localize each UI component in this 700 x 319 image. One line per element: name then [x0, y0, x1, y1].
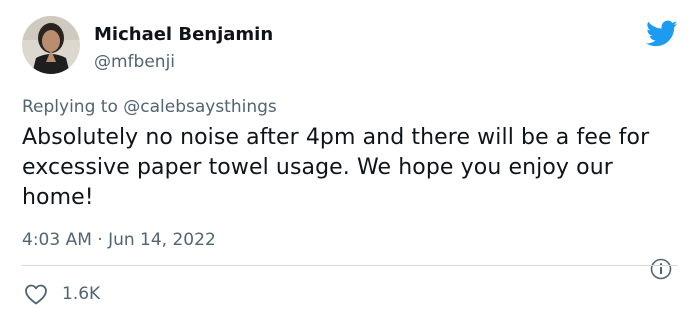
author-name[interactable]: Michael Benjamin — [94, 24, 273, 46]
tweet-text: Absolutely no noise after 4pm and there … — [22, 125, 650, 210]
tweet-timestamp[interactable]: 4:03 AM · Jun 14, 2022 — [22, 229, 216, 251]
replying-to-prefix: Replying to — [22, 97, 124, 117]
heart-icon — [25, 284, 47, 305]
avatar[interactable] — [22, 16, 80, 74]
tweet-card: Michael Benjamin @mfbenji Replying to @c… — [0, 0, 700, 319]
info-icon[interactable] — [650, 258, 672, 280]
replying-to: Replying to @calebsaysthings — [22, 96, 277, 118]
like-count: 1.6K — [62, 284, 101, 304]
avatar-image — [22, 16, 80, 74]
divider — [22, 265, 678, 266]
twitter-bird-icon[interactable] — [646, 20, 678, 48]
reply-target-link[interactable]: @calebsaysthings — [123, 97, 277, 117]
like-button[interactable]: 1.6K — [24, 282, 100, 306]
author-handle[interactable]: @mfbenji — [94, 51, 175, 73]
